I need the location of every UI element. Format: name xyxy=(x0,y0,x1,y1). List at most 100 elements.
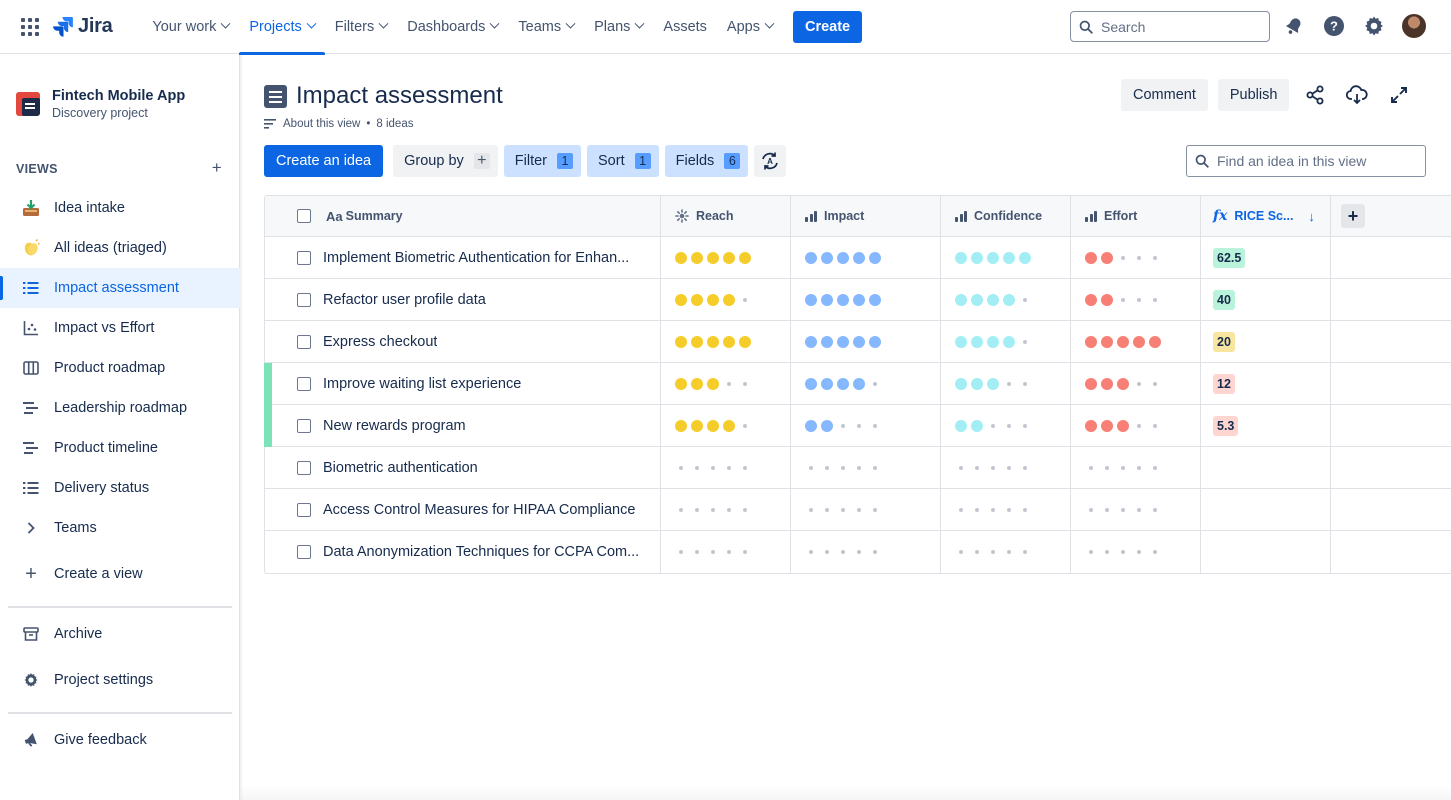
reach-rating-cell[interactable] xyxy=(661,405,791,446)
effort-rating-cell[interactable] xyxy=(1071,447,1201,488)
reach-rating-cell[interactable] xyxy=(661,447,791,488)
project-header[interactable]: Fintech Mobile App Discovery project xyxy=(16,88,185,120)
filter-button[interactable]: Filter 1 xyxy=(503,145,582,177)
jira-logo[interactable]: Jira xyxy=(53,15,113,38)
sort-button[interactable]: Sort 1 xyxy=(587,145,659,177)
user-avatar[interactable] xyxy=(1402,14,1426,38)
reach-rating-cell[interactable] xyxy=(661,321,791,362)
confidence-rating-cell[interactable] xyxy=(941,279,1071,320)
project-settings-button[interactable]: Project settings xyxy=(0,660,240,700)
share-icon[interactable] xyxy=(1299,79,1331,111)
settings-gear-icon[interactable] xyxy=(1362,14,1386,38)
publish-button[interactable]: Publish xyxy=(1217,79,1290,111)
idea-summary[interactable]: Express checkout xyxy=(323,334,437,350)
effort-rating-cell[interactable] xyxy=(1071,489,1201,530)
sidebar-item-all-ideas-triaged[interactable]: All ideas (triaged) xyxy=(0,228,240,268)
confidence-rating-cell[interactable] xyxy=(941,447,1071,488)
sidebar-item-impact-assessment[interactable]: Impact assessment xyxy=(0,268,240,308)
confidence-rating-cell[interactable] xyxy=(941,489,1071,530)
impact-rating-cell[interactable] xyxy=(791,237,941,278)
impact-rating-cell[interactable] xyxy=(791,405,941,446)
about-view-link[interactable]: About this view xyxy=(283,118,360,130)
row-checkbox[interactable] xyxy=(297,250,311,265)
confidence-rating-cell[interactable] xyxy=(941,237,1071,278)
sidebar-item-leadership-roadmap[interactable]: Leadership roadmap xyxy=(0,388,240,428)
idea-summary[interactable]: Biometric authentication xyxy=(323,460,478,476)
app-switcher-icon[interactable] xyxy=(21,17,39,36)
idea-summary[interactable]: Implement Biometric Authentication for E… xyxy=(323,250,629,266)
nav-item-apps[interactable]: Apps xyxy=(717,0,783,54)
table-row[interactable]: Implement Biometric Authentication for E… xyxy=(265,237,1451,279)
idea-summary[interactable]: Access Control Measures for HIPAA Compli… xyxy=(323,502,635,518)
fullscreen-icon[interactable] xyxy=(1383,79,1415,111)
summary-cell[interactable]: Improve waiting list experience xyxy=(265,363,661,404)
nav-item-your-work[interactable]: Your work xyxy=(142,0,239,54)
summary-cell[interactable]: Refactor user profile data xyxy=(265,279,661,320)
row-checkbox[interactable] xyxy=(297,502,311,517)
summary-cell[interactable]: Data Anonymization Techniques for CCPA C… xyxy=(265,531,661,573)
column-header-summary[interactable]: Aa Summary xyxy=(265,196,661,236)
summary-cell[interactable]: New rewards program xyxy=(265,405,661,446)
effort-rating-cell[interactable] xyxy=(1071,321,1201,362)
group-by-button[interactable]: Group by + xyxy=(393,145,498,177)
notifications-icon[interactable] xyxy=(1282,14,1306,38)
find-idea-input[interactable]: Find an idea in this view xyxy=(1186,145,1426,177)
column-header-rice-score[interactable]: fx RICE Sc... ↓ xyxy=(1201,196,1331,236)
column-header-impact[interactable]: Impact xyxy=(791,196,941,236)
sidebar-item-idea-intake[interactable]: Idea intake xyxy=(0,188,240,228)
give-feedback-button[interactable]: Give feedback xyxy=(0,720,240,760)
table-row[interactable]: Access Control Measures for HIPAA Compli… xyxy=(265,489,1451,531)
effort-rating-cell[interactable] xyxy=(1071,237,1201,278)
nav-item-assets[interactable]: Assets xyxy=(653,0,717,54)
confidence-rating-cell[interactable] xyxy=(941,531,1071,573)
column-header-confidence[interactable]: Confidence xyxy=(941,196,1071,236)
column-header-effort[interactable]: Effort xyxy=(1071,196,1201,236)
idea-summary[interactable]: Refactor user profile data xyxy=(323,292,486,308)
reach-rating-cell[interactable] xyxy=(661,363,791,404)
confidence-rating-cell[interactable] xyxy=(941,363,1071,404)
row-checkbox[interactable] xyxy=(297,545,311,559)
table-row[interactable]: Biometric authentication xyxy=(265,447,1451,489)
sidebar-item-impact-vs-effort[interactable]: Impact vs Effort xyxy=(0,308,240,348)
idea-summary[interactable]: Data Anonymization Techniques for CCPA C… xyxy=(323,544,639,560)
add-view-icon[interactable]: + xyxy=(212,159,222,176)
effort-rating-cell[interactable] xyxy=(1071,363,1201,404)
effort-rating-cell[interactable] xyxy=(1071,531,1201,573)
sort-descending-icon[interactable]: ↓ xyxy=(1308,209,1315,224)
select-all-checkbox[interactable] xyxy=(297,209,311,223)
row-checkbox[interactable] xyxy=(297,292,311,307)
effort-rating-cell[interactable] xyxy=(1071,405,1201,446)
table-row[interactable]: Improve waiting list experience 12 xyxy=(264,363,1451,405)
table-row[interactable]: New rewards program 5.3 xyxy=(264,405,1451,447)
impact-rating-cell[interactable] xyxy=(791,279,941,320)
impact-rating-cell[interactable] xyxy=(791,321,941,362)
fields-button[interactable]: Fields 6 xyxy=(664,145,749,177)
comment-button[interactable]: Comment xyxy=(1121,79,1208,111)
archive-button[interactable]: Archive xyxy=(0,614,240,654)
reach-rating-cell[interactable] xyxy=(661,489,791,530)
effort-rating-cell[interactable] xyxy=(1071,279,1201,320)
table-row[interactable]: Data Anonymization Techniques for CCPA C… xyxy=(265,531,1451,573)
impact-rating-cell[interactable] xyxy=(791,531,941,573)
cloud-download-icon[interactable] xyxy=(1341,79,1373,111)
table-row[interactable]: Express checkout 20 xyxy=(265,321,1451,363)
create-idea-button[interactable]: Create an idea xyxy=(264,145,384,177)
summary-cell[interactable]: Express checkout xyxy=(265,321,661,362)
row-checkbox[interactable] xyxy=(297,460,311,475)
impact-rating-cell[interactable] xyxy=(791,363,941,404)
sidebar-item-delivery-status[interactable]: Delivery status xyxy=(0,468,240,508)
autosort-button[interactable]: A xyxy=(754,145,787,177)
reach-rating-cell[interactable] xyxy=(661,279,791,320)
search-input[interactable]: Search xyxy=(1070,11,1270,42)
summary-cell[interactable]: Biometric authentication xyxy=(265,447,661,488)
sidebar-item-product-roadmap[interactable]: Product roadmap xyxy=(0,348,240,388)
nav-item-projects[interactable]: Projects xyxy=(239,0,326,55)
reach-rating-cell[interactable] xyxy=(661,237,791,278)
help-icon[interactable]: ? xyxy=(1322,14,1346,38)
idea-summary[interactable]: New rewards program xyxy=(323,418,466,434)
row-checkbox[interactable] xyxy=(297,334,311,349)
impact-rating-cell[interactable] xyxy=(791,489,941,530)
summary-cell[interactable]: Implement Biometric Authentication for E… xyxy=(265,237,661,278)
confidence-rating-cell[interactable] xyxy=(941,321,1071,362)
summary-cell[interactable]: Access Control Measures for HIPAA Compli… xyxy=(265,489,661,530)
